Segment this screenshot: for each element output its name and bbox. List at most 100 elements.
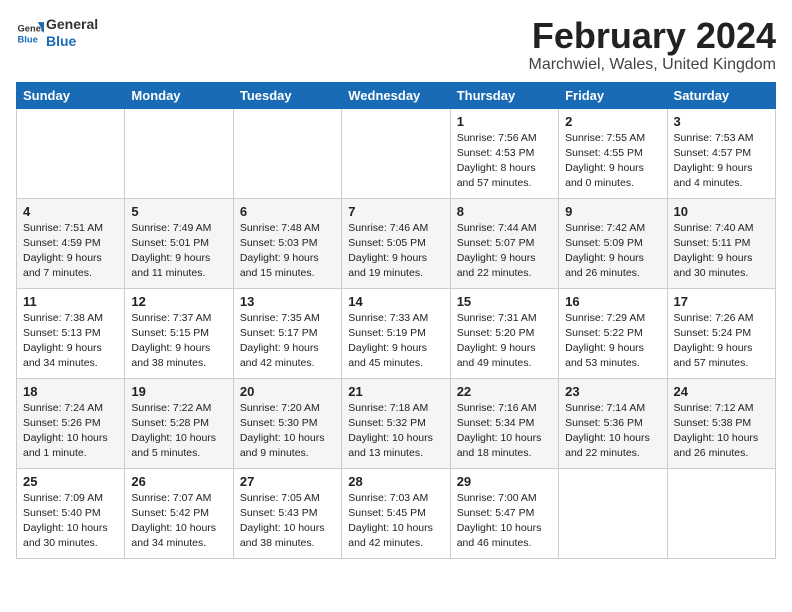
day-number: 28 [348, 474, 443, 489]
day-number: 8 [457, 204, 552, 219]
day-number: 15 [457, 294, 552, 309]
calendar-cell: 7 Sunrise: 7:46 AM Sunset: 5:05 PM Daylig… [342, 198, 450, 288]
day-info: Sunrise: 7:44 AM Sunset: 5:07 PM Dayligh… [457, 221, 552, 282]
location-title: Marchwiel, Wales, United Kingdom [529, 56, 777, 74]
day-number: 12 [131, 294, 226, 309]
calendar-week-row: 11 Sunrise: 7:38 AM Sunset: 5:13 PM Dayli… [17, 288, 776, 378]
logo-icon: General Blue [16, 19, 44, 47]
weekday-header: Sunday [17, 82, 125, 108]
calendar-cell: 4 Sunrise: 7:51 AM Sunset: 4:59 PM Daylig… [17, 198, 125, 288]
day-number: 29 [457, 474, 552, 489]
day-number: 10 [674, 204, 769, 219]
calendar-cell: 22Sunrise: 7:16 AM Sunset: 5:34 PM Dayli… [450, 378, 558, 468]
calendar-cell: 27 Sunrise: 7:05 AM Sunset: 5:43 PM Dayli… [233, 468, 341, 558]
calendar-week-row: 4 Sunrise: 7:51 AM Sunset: 4:59 PM Daylig… [17, 198, 776, 288]
logo-line2: Blue [46, 33, 98, 50]
calendar-cell: 19 Sunrise: 7:22 AM Sunset: 5:28 PM Dayli… [125, 378, 233, 468]
day-info: Sunrise: 7:09 AM Sunset: 5:40 PM Dayligh… [23, 491, 118, 552]
day-number: 27 [240, 474, 335, 489]
calendar-cell: 5 Sunrise: 7:49 AM Sunset: 5:01 PM Daylig… [125, 198, 233, 288]
day-number: 26 [131, 474, 226, 489]
calendar-cell: 21Sunrise: 7:18 AM Sunset: 5:32 PM Dayli… [342, 378, 450, 468]
weekday-header: Tuesday [233, 82, 341, 108]
day-info: Sunrise: 7:37 AM Sunset: 5:15 PM Dayligh… [131, 311, 226, 372]
day-number: 5 [131, 204, 226, 219]
day-info: Sunrise: 7:38 AM Sunset: 5:13 PM Dayligh… [23, 311, 118, 372]
day-number: 3 [674, 114, 769, 129]
day-number: 6 [240, 204, 335, 219]
day-info: Sunrise: 7:16 AM Sunset: 5:34 PM Dayligh… [457, 401, 552, 462]
day-info: Sunrise: 7:48 AM Sunset: 5:03 PM Dayligh… [240, 221, 335, 282]
day-number: 21 [348, 384, 443, 399]
day-number: 7 [348, 204, 443, 219]
day-number: 16 [565, 294, 660, 309]
day-number: 14 [348, 294, 443, 309]
weekday-header: Monday [125, 82, 233, 108]
day-number: 9 [565, 204, 660, 219]
day-number: 11 [23, 294, 118, 309]
calendar-cell [17, 108, 125, 198]
calendar-cell: 28 Sunrise: 7:03 AM Sunset: 5:45 PM Dayli… [342, 468, 450, 558]
day-number: 20 [240, 384, 335, 399]
weekday-header: Saturday [667, 82, 775, 108]
day-info: Sunrise: 7:24 AM Sunset: 5:26 PM Dayligh… [23, 401, 118, 462]
calendar-cell: 29 Sunrise: 7:00 AM Sunset: 5:47 PM Dayli… [450, 468, 558, 558]
weekday-header: Wednesday [342, 82, 450, 108]
calendar-week-row: 18 Sunrise: 7:24 AM Sunset: 5:26 PM Dayli… [17, 378, 776, 468]
page-header: General Blue General Blue February 2024 … [16, 16, 776, 74]
day-info: Sunrise: 7:46 AM Sunset: 5:05 PM Dayligh… [348, 221, 443, 282]
day-info: Sunrise: 7:22 AM Sunset: 5:28 PM Dayligh… [131, 401, 226, 462]
day-info: Sunrise: 7:31 AM Sunset: 5:20 PM Dayligh… [457, 311, 552, 372]
calendar-cell: 8 Sunrise: 7:44 AM Sunset: 5:07 PM Daylig… [450, 198, 558, 288]
calendar-cell: 2 Sunrise: 7:55 AM Sunset: 4:55 PM Daylig… [559, 108, 667, 198]
calendar-cell: 18 Sunrise: 7:24 AM Sunset: 5:26 PM Dayli… [17, 378, 125, 468]
calendar-cell: 17Sunrise: 7:26 AM Sunset: 5:24 PM Dayli… [667, 288, 775, 378]
calendar-cell: 6 Sunrise: 7:48 AM Sunset: 5:03 PM Daylig… [233, 198, 341, 288]
calendar-cell [125, 108, 233, 198]
weekday-header-row: SundayMondayTuesdayWednesdayThursdayFrid… [17, 82, 776, 108]
calendar-cell [342, 108, 450, 198]
calendar-cell: 13 Sunrise: 7:35 AM Sunset: 5:17 PM Dayli… [233, 288, 341, 378]
month-title: February 2024 [529, 16, 777, 56]
day-number: 2 [565, 114, 660, 129]
calendar-cell: 20 Sunrise: 7:20 AM Sunset: 5:30 PM Dayli… [233, 378, 341, 468]
logo: General Blue General Blue [16, 16, 98, 50]
day-info: Sunrise: 7:40 AM Sunset: 5:11 PM Dayligh… [674, 221, 769, 282]
calendar-table: SundayMondayTuesdayWednesdayThursdayFrid… [16, 82, 776, 559]
day-info: Sunrise: 7:20 AM Sunset: 5:30 PM Dayligh… [240, 401, 335, 462]
calendar-cell: 9 Sunrise: 7:42 AM Sunset: 5:09 PM Daylig… [559, 198, 667, 288]
svg-text:Blue: Blue [18, 34, 38, 44]
day-info: Sunrise: 7:33 AM Sunset: 5:19 PM Dayligh… [348, 311, 443, 372]
calendar-cell: 14 Sunrise: 7:33 AM Sunset: 5:19 PM Dayli… [342, 288, 450, 378]
day-number: 4 [23, 204, 118, 219]
calendar-cell: 11 Sunrise: 7:38 AM Sunset: 5:13 PM Dayli… [17, 288, 125, 378]
calendar-cell: 15 Sunrise: 7:31 AM Sunset: 5:20 PM Dayli… [450, 288, 558, 378]
calendar-cell: 25 Sunrise: 7:09 AM Sunset: 5:40 PM Dayli… [17, 468, 125, 558]
day-number: 18 [23, 384, 118, 399]
weekday-header: Thursday [450, 82, 558, 108]
calendar-cell: 12 Sunrise: 7:37 AM Sunset: 5:15 PM Dayli… [125, 288, 233, 378]
calendar-week-row: 1Sunrise: 7:56 AM Sunset: 4:53 PM Daylig… [17, 108, 776, 198]
day-number: 25 [23, 474, 118, 489]
day-info: Sunrise: 7:05 AM Sunset: 5:43 PM Dayligh… [240, 491, 335, 552]
day-info: Sunrise: 7:03 AM Sunset: 5:45 PM Dayligh… [348, 491, 443, 552]
day-number: 23 [565, 384, 660, 399]
day-number: 19 [131, 384, 226, 399]
weekday-header: Friday [559, 82, 667, 108]
logo-line1: General [46, 16, 98, 33]
day-info: Sunrise: 7:55 AM Sunset: 4:55 PM Dayligh… [565, 131, 660, 192]
calendar-cell: 23Sunrise: 7:14 AM Sunset: 5:36 PM Dayli… [559, 378, 667, 468]
day-info: Sunrise: 7:07 AM Sunset: 5:42 PM Dayligh… [131, 491, 226, 552]
day-number: 17 [674, 294, 769, 309]
day-info: Sunrise: 7:49 AM Sunset: 5:01 PM Dayligh… [131, 221, 226, 282]
day-info: Sunrise: 7:56 AM Sunset: 4:53 PM Dayligh… [457, 131, 552, 192]
day-info: Sunrise: 7:42 AM Sunset: 5:09 PM Dayligh… [565, 221, 660, 282]
day-number: 13 [240, 294, 335, 309]
day-info: Sunrise: 7:35 AM Sunset: 5:17 PM Dayligh… [240, 311, 335, 372]
day-number: 24 [674, 384, 769, 399]
calendar-week-row: 25 Sunrise: 7:09 AM Sunset: 5:40 PM Dayli… [17, 468, 776, 558]
day-info: Sunrise: 7:00 AM Sunset: 5:47 PM Dayligh… [457, 491, 552, 552]
day-info: Sunrise: 7:51 AM Sunset: 4:59 PM Dayligh… [23, 221, 118, 282]
calendar-cell: 24Sunrise: 7:12 AM Sunset: 5:38 PM Dayli… [667, 378, 775, 468]
title-block: February 2024 Marchwiel, Wales, United K… [529, 16, 777, 74]
